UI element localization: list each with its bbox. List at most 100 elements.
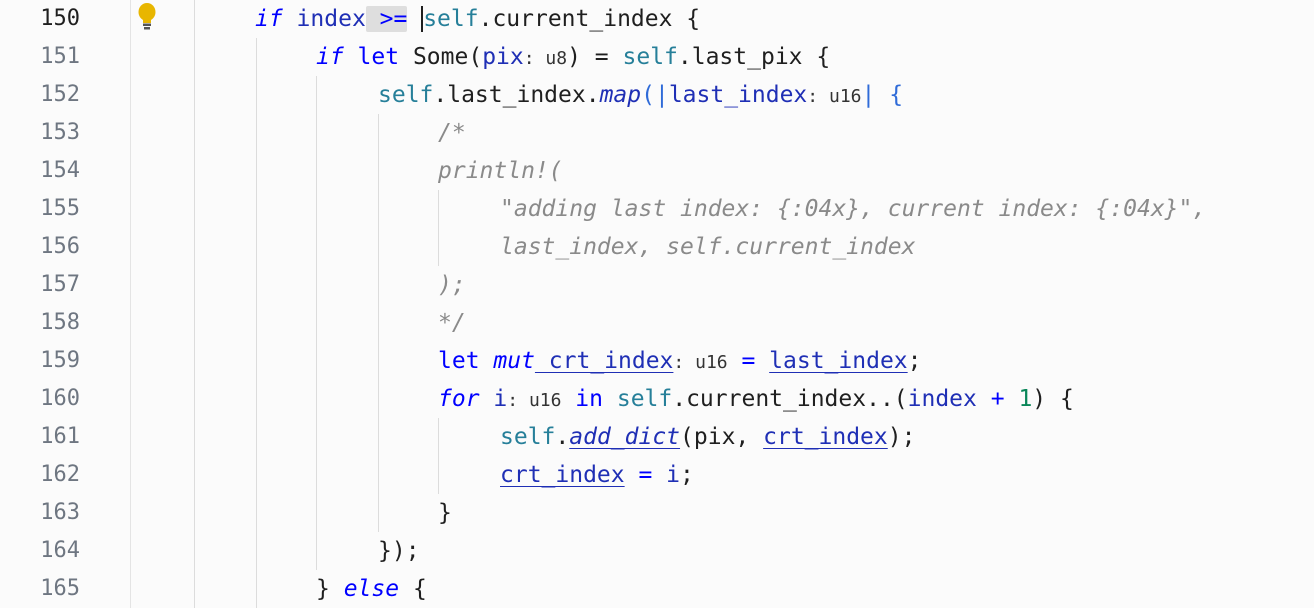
token-punctuation: { <box>399 576 427 602</box>
token-field: .current_index { <box>478 6 701 32</box>
token-field: .last_pix { <box>677 44 831 70</box>
token-self: self <box>378 82 434 108</box>
token-punctuation: ) = <box>567 44 623 70</box>
token-comment: /* <box>438 120 466 146</box>
code-line: self.last_index.map(|last_index: u16| { <box>378 76 903 114</box>
code-line: for i: u16 in self.current_index..(index… <box>438 380 1074 418</box>
line-number: 159 <box>40 348 80 373</box>
token-number: 1 <box>1018 386 1033 412</box>
token-punctuation: ) { <box>1032 386 1074 412</box>
line-number: 162 <box>40 462 80 487</box>
token-punctuation: (| <box>641 82 669 108</box>
token-keyword: let <box>438 348 480 374</box>
code-line: ); <box>438 266 466 304</box>
token-keyword: let <box>343 44 400 70</box>
code-line: /* <box>438 114 466 152</box>
line-number: 157 <box>40 272 80 297</box>
line-number: 163 <box>40 500 80 525</box>
line-number: 151 <box>40 44 80 69</box>
indent-guide <box>438 418 439 494</box>
token-self: self <box>500 424 556 450</box>
token-field: .current_index..( <box>672 386 908 412</box>
line-number: 156 <box>40 234 80 259</box>
token-punctuation: (pix, <box>680 424 764 450</box>
token-variable: crt_index <box>763 424 888 450</box>
token-comment: "adding last index: {:04x}, current inde… <box>500 196 1207 222</box>
line-number: 161 <box>40 424 80 449</box>
indent-guide <box>194 0 195 608</box>
line-number: 153 <box>40 120 80 145</box>
line-number: 160 <box>40 386 80 411</box>
text-cursor: self <box>421 6 479 32</box>
token-variable: index <box>282 6 366 32</box>
gutter-separator <box>130 0 131 608</box>
token-keyword: for <box>438 386 480 412</box>
type-hint: u16 <box>828 86 862 107</box>
token-variable: last_index <box>668 82 808 108</box>
token-self: self <box>622 44 678 70</box>
code-editor[interactable]: 150 151 152 153 154 155 156 157 158 159 … <box>0 0 1314 608</box>
type-hint: u8 <box>545 48 568 69</box>
token-variable: index <box>907 386 977 412</box>
token-variable: i <box>479 386 508 412</box>
type-hint: u16 <box>695 352 728 373</box>
token-method: add_dict <box>569 424 681 450</box>
token-comment: */ <box>438 310 466 336</box>
code-line: last_index, self.current_index <box>500 228 915 266</box>
type-hint: : <box>673 352 696 373</box>
token-variable: last_index <box>769 348 908 374</box>
token-punctuation: }); <box>378 538 420 564</box>
line-number: 164 <box>40 538 80 563</box>
type-hint: : <box>523 48 546 69</box>
token-keyword: else <box>329 576 400 602</box>
token-operator: = <box>727 348 770 374</box>
token-punctuation: | { <box>861 82 904 108</box>
line-number: 150 <box>40 6 80 31</box>
code-line: if let Some(pix: u8) = self.last_pix { <box>316 38 830 76</box>
line-number: 154 <box>40 158 80 183</box>
code-line: println!( <box>438 152 563 190</box>
line-number: 158 <box>40 310 80 335</box>
token-operator: + <box>976 386 1019 412</box>
token-comment: last_index, self.current_index <box>500 234 916 260</box>
code-line: let mut crt_index: u16 = last_index; <box>438 342 922 380</box>
token-type: Some( <box>399 44 483 70</box>
token-operator: = <box>624 462 667 488</box>
token-punctuation: } <box>316 576 330 602</box>
token-punctuation: ; <box>907 348 922 374</box>
token-variable: crt_index <box>534 348 674 374</box>
token-operator: >= <box>365 6 408 32</box>
type-hint: : <box>507 390 529 411</box>
line-number-gutter: 150 151 152 153 154 155 156 157 158 159 … <box>0 0 156 608</box>
indent-guide <box>438 190 439 266</box>
code-line: if index >= self.current_index { <box>255 0 700 38</box>
code-line: crt_index = i; <box>500 456 694 494</box>
token-field: .last_index. <box>433 82 600 108</box>
type-hint: : <box>807 86 829 107</box>
token-punctuation: } <box>438 500 452 526</box>
code-line: "adding last index: {:04x}, current inde… <box>500 190 1206 228</box>
lightbulb-icon[interactable] <box>136 2 158 32</box>
token-keyword: if <box>316 44 344 70</box>
token-comment: ); <box>438 272 466 298</box>
token-keyword: in <box>561 386 617 412</box>
token-variable: pix <box>482 44 524 70</box>
token-variable: i <box>666 462 681 488</box>
indent-guide <box>378 114 379 532</box>
token-method: map <box>599 82 642 108</box>
indent-guide <box>316 76 317 570</box>
code-line: } else { <box>316 570 427 608</box>
line-number: 155 <box>40 196 80 221</box>
token-keyword: if <box>255 6 283 32</box>
token-variable: crt_index <box>500 462 625 488</box>
code-line: }); <box>378 532 420 570</box>
line-number: 152 <box>40 82 80 107</box>
token-self: self <box>616 386 673 412</box>
token-punctuation: ; <box>680 462 694 488</box>
code-line: */ <box>438 304 466 342</box>
token-punctuation: ); <box>887 424 916 450</box>
token-punctuation: . <box>555 424 570 450</box>
code-line: self.add_dict(pix, crt_index); <box>500 418 915 456</box>
code-line: } <box>438 494 452 532</box>
line-number: 165 <box>40 576 80 601</box>
